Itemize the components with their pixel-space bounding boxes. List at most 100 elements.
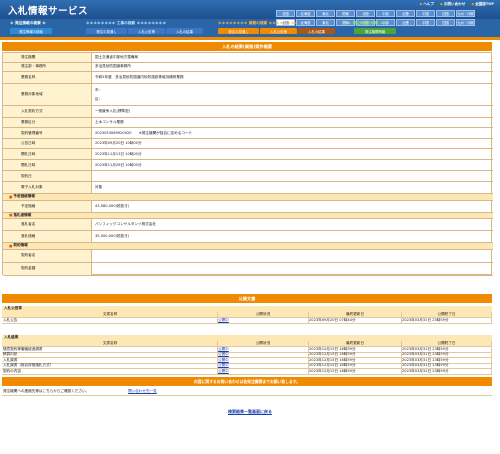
page-title: 入札の結果(業務)案件概要 xyxy=(2,42,492,51)
doc-status-link[interactable]: 公開中 xyxy=(218,318,229,323)
detail-value: 2023年11月28日 10時00分 xyxy=(95,162,142,167)
col-updated: 最終更新日 xyxy=(309,312,402,317)
region-tab[interactable]: 四国 xyxy=(436,10,455,17)
inquiry-title: 内容に関するお問い合わせは各発注機関までお願い致します。 xyxy=(2,377,492,386)
detail-table: 発注機関 国土交通省中部地方整備局 発注部・事務所 多治見砂防国道事務所 業務名… xyxy=(2,52,493,276)
tab-agency-info[interactable]: 発注機関情報 xyxy=(354,28,396,34)
detail-row: 電子入札対象 対象 xyxy=(3,182,493,194)
detail-label: 開札日時 xyxy=(3,160,92,170)
publications-title: 公開文書 xyxy=(2,294,492,303)
doc-status-link[interactable]: 公開中 xyxy=(218,347,229,352)
detail-value xyxy=(92,263,493,275)
detail-label: 業務区分 xyxy=(3,118,92,127)
back-area: 検索結果一覧画面に戻る xyxy=(0,409,500,415)
doc-status-link[interactable]: 公開中 xyxy=(218,352,229,357)
detail-row: 契約管理番号 2023053069920020 ※発注機関が独自に定めるコード xyxy=(3,128,493,139)
doc-status-link[interactable]: 公開中 xyxy=(218,363,229,368)
detail-value: 43,580,000(税抜き) xyxy=(95,203,130,208)
detail-label: 入札契約方式 xyxy=(3,106,92,117)
doc-status-link[interactable]: 公開中 xyxy=(218,369,229,374)
site-logo[interactable]: 入札情報サービス xyxy=(8,3,88,17)
detail-label: 契約日 xyxy=(3,171,92,181)
col-status: 公開状況 xyxy=(218,341,309,346)
table-row: 契約の内容 公開中 2023年12月15日 16時59分 2023年03月31日… xyxy=(2,369,492,375)
col-name: 文書名称 xyxy=(2,312,218,317)
tab-services-outlook[interactable]: 発注の見通し xyxy=(218,28,259,34)
inquiry-contacts-link[interactable]: 問い合わせ先一覧 xyxy=(128,389,157,393)
detail-row: 予定価格 43,580,000(税抜き) xyxy=(3,200,493,213)
doc-name: 契約の内容 xyxy=(2,369,218,374)
region-tab[interactable]: 関東 xyxy=(336,10,355,17)
detail-label: 落札価格 xyxy=(3,231,92,242)
doc-end: 2023年03月31日 23時59分 xyxy=(402,352,492,357)
region-tab[interactable]: 東北 xyxy=(316,10,335,17)
region-tab[interactable]: 東北 xyxy=(316,19,335,26)
category-label-search: ＊ 発注情報の検索 ＊ xyxy=(10,21,46,25)
tab-construction-outlook[interactable]: 発注の見通し xyxy=(86,28,127,34)
detail-value: 多治見砂防国道事務所 xyxy=(95,64,131,69)
col-status: 公開状況 xyxy=(218,312,309,317)
tab-search[interactable]: 発注情報の検索 xyxy=(10,28,52,34)
doc-end: 2023年03月31日 23時59分 xyxy=(402,318,492,323)
region-tab[interactable]: 中部 xyxy=(376,10,395,17)
doc-status-link[interactable]: 公開中 xyxy=(218,358,229,363)
doc-updated: 2023年12月15日 16時59分 xyxy=(309,352,402,357)
detail-value xyxy=(92,250,493,262)
search-tabs: 発注情報の検索 xyxy=(10,28,52,34)
detail-row: 発注部・事務所 多治見砂防国道事務所 xyxy=(3,62,493,72)
region-tab[interactable]: 北海道 xyxy=(296,19,315,26)
region-tab[interactable]: 近畿 xyxy=(396,10,415,17)
detail-label: 業務名称 xyxy=(3,72,92,83)
tab-services-results[interactable]: 入札の結果 xyxy=(298,28,335,34)
help-link[interactable]: ヘルプ xyxy=(419,2,434,7)
doc-name: 随意契約等審議経過調書 xyxy=(2,347,218,352)
detail-label: 契約管理番号 xyxy=(3,128,92,138)
detail-label: 発注機関 xyxy=(3,53,92,62)
region-tab[interactable]: 近畿 xyxy=(396,19,415,26)
detail-label: 開札日時 xyxy=(3,149,92,159)
tab-construction-notices[interactable]: 入札公告等 xyxy=(128,28,165,34)
category-label-services: ＊＊＊＊＊＊＊＊ 業務の検索 ＊＊＊＊＊＊＊＊ xyxy=(218,21,299,25)
agency-tabs: 発注機関情報 xyxy=(354,28,396,34)
detail-label: 業務対象地域 xyxy=(3,84,92,105)
top-links: ヘルプ お問い合わせ 全国版TOP xyxy=(419,2,494,7)
detail-row: 落札価格 35,000,000(税抜き) xyxy=(3,231,493,243)
doc-updated: 2023年09月20日 07時44分 xyxy=(309,318,402,323)
back-to-results-link[interactable]: 検索結果一覧画面に戻る xyxy=(228,409,272,414)
doc-updated: 2023年12月15日 16時59分 xyxy=(309,347,402,352)
detail-value: 35,000,000(税抜き) xyxy=(95,234,130,238)
results-header: 入札結果 xyxy=(2,335,492,341)
doc-end: 2023年03月31日 23時59分 xyxy=(402,369,492,374)
tab-construction-results[interactable]: 入札の結果 xyxy=(166,28,203,34)
table-row: 入札公告 公開中 2023年09月20日 07時44分 2023年03月31日 … xyxy=(2,318,492,324)
results-table-head: 文書名称 公開状況 最終更新日 公開終了日 xyxy=(2,341,492,347)
detail-row: 業務名称 令和5年度 多治見砂防国道内砂防施設等維持補修業務 xyxy=(3,72,493,84)
contact-link[interactable]: お問い合わせ xyxy=(440,2,466,7)
detail-row: 入札契約方式 一般競争入札(標準型) xyxy=(3,106,493,118)
detail-value: 2023年11月13日 10時00分 xyxy=(95,151,142,156)
detail-value: 2023年09月20日 10時00分 xyxy=(95,141,142,145)
detail-value xyxy=(92,171,493,181)
detail-row: 公告日時 2023年09月20日 10時00分 xyxy=(3,139,493,149)
region-tab[interactable]: 中国 xyxy=(416,10,435,17)
region-tab[interactable]: 全国 xyxy=(276,10,295,17)
region-tab[interactable]: 北陸 xyxy=(356,10,375,17)
detail-row: 開札日時 2023年11月13日 10時00分 xyxy=(3,149,493,160)
region-tab[interactable]: 九州・沖縄 xyxy=(456,10,475,17)
detail-row: 落札者名 パシフィックコンサルタンツ株式会社 xyxy=(3,219,493,231)
doc-name: 積算内訳 xyxy=(2,352,218,357)
region-tab[interactable]: 北海道 xyxy=(296,10,315,17)
detail-label: 公告日時 xyxy=(3,139,92,148)
detail-row: 業務対象地域 市： 区： xyxy=(3,84,493,106)
national-top-link[interactable]: 全国版TOP xyxy=(471,2,494,7)
detail-value: 令和5年度 多治見砂防国道内砂防施設等維持補修業務 xyxy=(95,75,184,79)
detail-label: 契約者名 xyxy=(3,249,92,262)
notices-table-head: 文書名称 公開状況 最終更新日 公開終了日 xyxy=(2,312,492,318)
region-tab[interactable]: 九州・沖縄 xyxy=(456,19,475,26)
region-tab[interactable]: 中国 xyxy=(416,19,435,26)
detail-value: 2023053069920020 ※発注機関が独自に定めるコード xyxy=(95,130,193,135)
detail-label: 予定価格 xyxy=(3,200,92,212)
doc-updated: 2023年12月15日 16時59分 xyxy=(309,358,402,363)
tab-services-notices[interactable]: 入札公告等 xyxy=(260,28,297,34)
region-tab[interactable]: 四国 xyxy=(436,19,455,26)
